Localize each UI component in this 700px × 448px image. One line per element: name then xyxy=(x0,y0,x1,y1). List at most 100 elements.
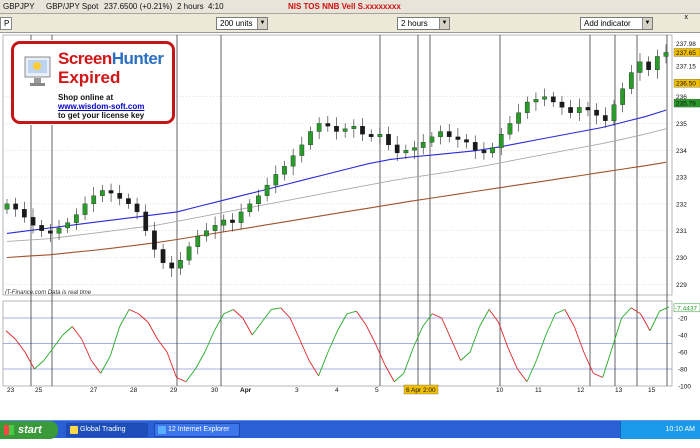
taskbar-item-trading[interactable]: Global Trading Syste... xyxy=(66,423,148,445)
chevron-down-icon[interactable]: ▼ xyxy=(257,18,267,29)
candle-body xyxy=(212,225,218,231)
candle-body xyxy=(654,56,660,70)
units-value: 200 units xyxy=(220,19,253,28)
candle-body xyxy=(472,142,478,151)
x-axis-label: 6 Apr 2:00 xyxy=(406,387,436,394)
candle-body xyxy=(4,203,10,210)
screenhunter-logo-icon xyxy=(24,56,51,86)
candle-body xyxy=(74,214,79,223)
candle-body xyxy=(368,134,374,138)
chart-toolbar: P 200 units ▼ 2 hours ▼ Add indicator ▼ … xyxy=(0,14,700,33)
x-axis-label: 27 xyxy=(90,387,98,394)
units-select[interactable]: 200 units ▼ xyxy=(216,17,268,30)
oscillator-axis-label: -40 xyxy=(678,333,688,340)
candle-body xyxy=(39,225,45,231)
chevron-down-icon[interactable]: ▼ xyxy=(642,18,652,29)
task-label: Global Trading Syste... xyxy=(80,426,126,445)
price-axis-label: 237.98 xyxy=(676,41,696,48)
candle-body xyxy=(394,144,400,154)
candle-body xyxy=(628,72,634,89)
candle-body xyxy=(524,101,530,113)
candle-body xyxy=(204,230,209,237)
candle-body xyxy=(507,123,513,135)
candle-body xyxy=(403,150,409,154)
candle-body xyxy=(299,144,305,156)
candle-body xyxy=(550,96,556,103)
source-note: IT-Finance.com Data is real time xyxy=(5,290,92,296)
interval-value: 2 hours xyxy=(401,19,428,28)
candle-body xyxy=(559,101,565,108)
x-axis-label: 4 xyxy=(335,387,339,394)
interval-select[interactable]: 2 hours ▼ xyxy=(397,17,450,30)
candle-body xyxy=(663,52,669,57)
candle-body xyxy=(360,125,365,135)
price-axis-label: 231 xyxy=(676,228,687,235)
candle-body xyxy=(490,147,495,154)
candle-body xyxy=(21,209,27,218)
add-indicator-label: Add indicator xyxy=(584,19,631,28)
x-axis-label: 10 xyxy=(496,387,504,394)
candle-body xyxy=(143,211,149,231)
candle-body xyxy=(108,190,114,194)
price-axis-label: 235.76 xyxy=(676,101,696,108)
candle-body xyxy=(464,139,469,143)
window-titlebar: GBPJPY GBP/JPY Spot 237.6500 (+0.21%) 2 … xyxy=(0,0,700,14)
candle-body xyxy=(542,96,547,100)
candle-body xyxy=(91,195,97,205)
candle-body xyxy=(290,155,296,167)
panel-toggle-button[interactable]: P xyxy=(0,17,12,30)
candle-body xyxy=(308,131,313,146)
candle-body xyxy=(438,131,443,138)
candle-body xyxy=(602,115,608,121)
chart-area[interactable]: 237.98 237.65 237.15 236.50 236 235.76 235 234 2… xyxy=(0,33,700,438)
x-axis-label: 5 xyxy=(375,387,379,394)
candle-body xyxy=(516,112,521,124)
candle-body xyxy=(178,260,183,269)
chevron-down-icon[interactable]: ▼ xyxy=(439,18,449,29)
brand-part-hunter: Hunter xyxy=(111,49,164,68)
x-axis-label: 11 xyxy=(535,387,542,394)
panel-toggle-label: P xyxy=(4,19,10,28)
windows-flag-icon xyxy=(4,425,14,435)
oscillator-axis-label: -80 xyxy=(678,367,688,374)
clock[interactable]: 10:10 AM xyxy=(665,426,695,433)
candle-body xyxy=(481,150,487,154)
x-axis-label: 3 xyxy=(295,387,299,394)
price-axis-label: 234 xyxy=(676,148,687,155)
add-indicator-select[interactable]: Add indicator ▼ xyxy=(580,17,653,30)
start-button[interactable]: start xyxy=(0,421,58,439)
brand-name: ScreenHunter xyxy=(58,49,164,69)
x-axis-label: 30 xyxy=(211,387,219,394)
taskbar: start Global Trading Syste... 12 Interne… xyxy=(0,420,700,445)
oscillator-value-label: -7.4437 xyxy=(675,305,697,312)
x-axis-label: 25 xyxy=(35,387,43,394)
task-label: 12 Internet Explorer xyxy=(168,426,230,433)
app-icon xyxy=(70,426,78,434)
candle-body xyxy=(455,136,461,140)
candle-body xyxy=(65,222,71,229)
x-axis-label: 28 xyxy=(130,387,138,394)
candle-body xyxy=(533,99,539,103)
price-axis-label: 229 xyxy=(676,282,687,289)
candle-body xyxy=(611,104,617,121)
candle-body xyxy=(646,61,652,70)
candle-body xyxy=(316,123,322,132)
license-key-text: to get your license key xyxy=(58,111,145,120)
license-link[interactable]: www.wisdom-soft.com xyxy=(58,102,144,111)
x-axis-label: 23 xyxy=(7,387,15,394)
price-axis-label: 237.65 xyxy=(676,50,696,57)
oscillator-axis-label: -60 xyxy=(678,350,688,357)
screenhunter-watermark: ScreenHunter Expired Shop online at www.… xyxy=(11,41,175,124)
candle-body xyxy=(48,230,53,234)
candle-body xyxy=(100,190,105,196)
candle-body xyxy=(377,134,383,138)
x-axis-label: 13 xyxy=(615,387,623,394)
candle-body xyxy=(273,174,279,186)
shop-online-text: Shop online at xyxy=(58,93,114,102)
taskbar-item-ie[interactable]: 12 Internet Explorer xyxy=(154,423,240,437)
status-warning: NIS TOS NNB Vell S.xxxxxxxx xyxy=(288,2,401,11)
close-icon[interactable]: x xyxy=(685,14,689,21)
candle-body xyxy=(594,109,599,116)
candle-body xyxy=(230,219,235,223)
candle-body xyxy=(169,262,175,269)
